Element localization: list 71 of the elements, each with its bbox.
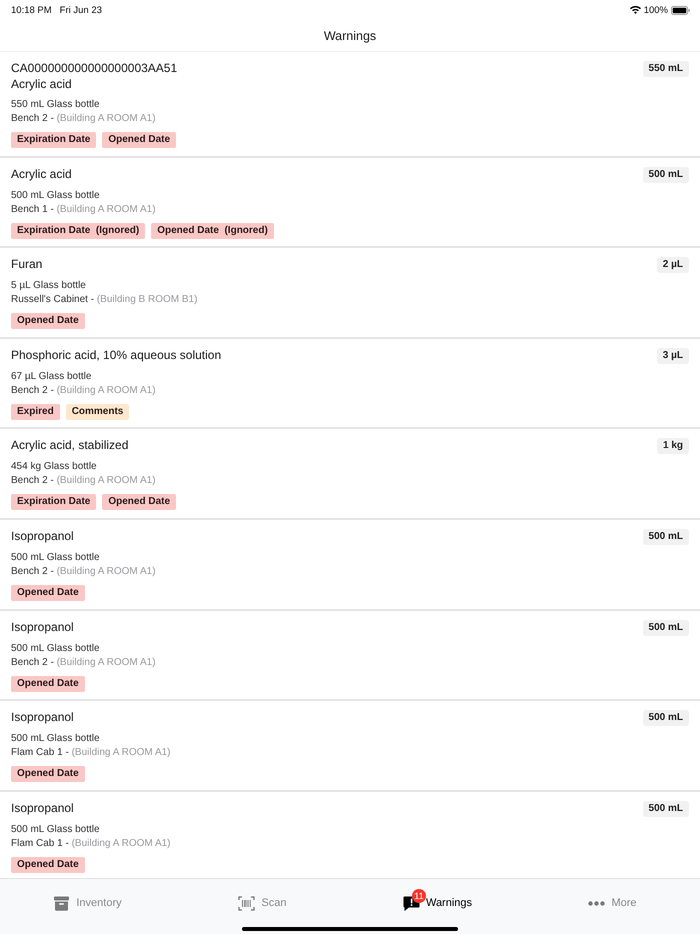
building-room-text: (Building B ROOM B1) bbox=[96, 294, 198, 306]
location-text: Flam Cab 1 - bbox=[11, 838, 69, 849]
container-text: 454 kg Glass bottle bbox=[11, 460, 98, 474]
chemical-name: Acrylic acid, stabilized bbox=[11, 437, 128, 454]
warning-tag: Opened Date bbox=[11, 584, 85, 601]
location-text: Russell's Cabinet - bbox=[11, 294, 94, 306]
location-text: Bench 2 - bbox=[11, 113, 54, 124]
container-text: 67 µL Glass bottle bbox=[11, 370, 92, 384]
quantity-tag: 1 kg bbox=[656, 438, 689, 454]
warning-tag: Opened Date bbox=[102, 494, 176, 510]
quantity-tag: 500 mL bbox=[642, 800, 689, 817]
chemical-name: Acrylic acid bbox=[11, 76, 73, 92]
quantity-tag: 550 mL bbox=[642, 61, 689, 77]
chemical-name: Isopropanol bbox=[11, 800, 74, 816]
quantity-tag: 2 µL bbox=[656, 257, 689, 274]
notification-badge: 11 bbox=[412, 888, 426, 902]
quantity-tag: 500 mL bbox=[642, 528, 689, 545]
building-room-text: (Building A ROOM A1) bbox=[56, 566, 156, 577]
battery-icon bbox=[671, 6, 690, 14]
building-room-text: (Building A ROOM A1) bbox=[56, 113, 156, 124]
warning-tag: Expiration Date (Ignored) bbox=[11, 222, 146, 239]
container-text: 500 mL Glass bottle bbox=[11, 642, 101, 656]
container-text: 500 mL Glass bottle bbox=[11, 188, 101, 203]
container-text: 500 mL Glass bottle bbox=[11, 550, 101, 565]
warning-tag: Opened Date bbox=[11, 313, 85, 330]
location-text: Bench 2 - bbox=[11, 656, 54, 668]
archive-box-icon bbox=[53, 896, 70, 910]
warning-tag: Opened Date bbox=[11, 856, 85, 873]
container-text: 5 µL Glass bottle bbox=[11, 279, 87, 294]
screen-title: Warnings bbox=[324, 28, 376, 42]
quantity-tag: 500 mL bbox=[642, 710, 689, 726]
warning-tag: Expired bbox=[11, 404, 60, 420]
barcode-text: CA000000000000000003AA51 bbox=[11, 60, 178, 76]
warning-tag: Opened Date bbox=[11, 676, 85, 692]
warning-tag: Opened Date bbox=[11, 766, 85, 782]
chemical-name: Furan bbox=[11, 256, 42, 272]
building-room-text: (Building A ROOM A1) bbox=[56, 475, 156, 486]
chemical-name: Isopropanol bbox=[11, 709, 74, 726]
warning-row[interactable]: Acrylic acid 500 mL 500 mL Glass bottle Bench 1 - (Building A ROOM A1) Expiration Date (Ignored) Opened Date (Ignored) bbox=[0, 158, 700, 248]
location-text: Bench 2 - bbox=[11, 475, 54, 486]
quantity-tag: 500 mL bbox=[642, 166, 689, 183]
status-date: Fri Jun 23 bbox=[60, 4, 102, 16]
building-room-text: (Building A ROOM A1) bbox=[56, 204, 156, 215]
quantity-tag: 3 µL bbox=[656, 348, 689, 364]
building-room-text: (Building A ROOM A1) bbox=[56, 384, 156, 396]
warning-tag: Opened Date bbox=[102, 132, 176, 148]
warning-row[interactable]: Isopropanol 500 mL 500 mL Glass bottle Bench 2 - (Building A ROOM A1) Opened Date bbox=[0, 610, 700, 702]
location-text: Flam Cab 1 - bbox=[11, 747, 69, 758]
container-text: 500 mL Glass bottle bbox=[11, 822, 101, 837]
location-text: Bench 1 - bbox=[11, 204, 54, 215]
building-room-text: (Building A ROOM A1) bbox=[56, 656, 156, 668]
container-text: 500 mL Glass bottle bbox=[11, 732, 101, 746]
location-text: Bench 2 - bbox=[11, 384, 54, 396]
barcode-scan-icon bbox=[238, 896, 256, 910]
battery-percent: 100% bbox=[644, 4, 668, 16]
tab-button[interactable]: 11 Warnings bbox=[350, 879, 525, 927]
wifi-icon bbox=[630, 6, 641, 14]
warning-tag: Expiration Date bbox=[11, 494, 96, 510]
warning-tag: Opened Date (Ignored) bbox=[151, 222, 274, 239]
chemical-name: Isopropanol bbox=[11, 618, 74, 635]
chemical-name: Acrylic acid bbox=[11, 166, 72, 182]
status-time: 10:18 PM bbox=[11, 4, 52, 16]
chemical-name: Phosphoric acid, 10% aqueous solution bbox=[11, 346, 222, 363]
location-text: Bench 2 - bbox=[11, 566, 54, 577]
quantity-tag: 500 mL bbox=[642, 620, 689, 636]
building-room-text: (Building A ROOM A1) bbox=[72, 838, 171, 849]
building-room-text: (Building A ROOM A1) bbox=[72, 747, 171, 758]
warning-tag: Expiration Date bbox=[11, 132, 96, 148]
container-text: 550 mL Glass bottle bbox=[11, 98, 101, 112]
warning-tag: Comments bbox=[66, 404, 130, 420]
chemical-name: Isopropanol bbox=[11, 528, 74, 544]
